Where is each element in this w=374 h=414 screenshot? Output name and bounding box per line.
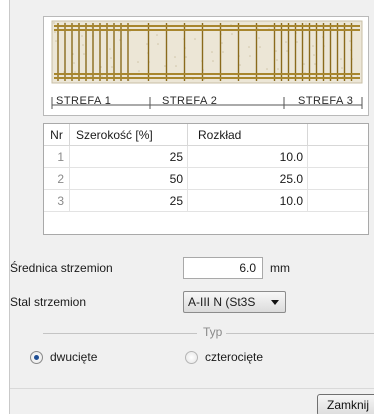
concrete-grain [164,65,166,67]
concrete-grain [174,56,176,58]
concrete-grain [313,54,315,56]
radio-label-dwuciete[interactable]: dwucięte [50,350,97,364]
concrete-grain [276,59,278,61]
radio-label-czterociete[interactable]: czterocięte [205,350,263,364]
group-divider-left [43,333,197,334]
concrete-grain [82,44,84,46]
concrete-grain [231,33,233,35]
diameter-label: Średnica strzemion [10,261,113,275]
steel-select-value: A-III N (St3S [188,295,256,309]
concrete-grain [156,34,158,36]
chevron-down-icon [271,300,279,305]
footer-divider [10,388,374,389]
concrete-grain [138,70,140,72]
concrete-grain [146,43,148,45]
beam-diagram: STREFA 1 STREFA 2 STREFA 3 [43,16,369,116]
concrete-grain [340,58,342,60]
spacing-cell[interactable]: 10.0 [188,146,308,168]
steel-select[interactable]: A-III N (St3S [183,291,286,313]
spacing-cell[interactable]: 10.0 [188,190,308,212]
close-button[interactable]: Zamknij [317,394,374,414]
concrete-grain [258,37,260,39]
column-header-width[interactable]: Szerokość [%] [70,124,188,146]
concrete-grain [212,60,214,62]
concrete-grain [248,46,250,48]
radio-czterociete[interactable] [185,351,198,364]
group-divider-right [226,333,374,334]
width-cell[interactable]: 25 [70,146,188,168]
concrete-grain [55,40,57,42]
concrete-grain [332,27,334,29]
zone-label-3: STREFA 3 [298,95,354,107]
column-header-nr[interactable]: Nr [44,124,70,146]
concrete-grain [296,41,298,43]
concrete-grain [259,46,261,48]
concrete-grain [349,40,351,42]
concrete-grain [53,22,55,24]
stirrup-zones-table[interactable]: Nr Szerokość [%] Rozkład 1 25 10.0 2 50 … [43,123,369,235]
concrete-grain [175,65,177,67]
concrete-grain [83,53,85,55]
concrete-grain [286,50,288,52]
type-group-title: Typ [200,325,226,339]
width-cell[interactable]: 50 [70,168,188,190]
row-number: 3 [44,190,70,212]
concrete-grain [285,41,287,43]
table-row[interactable]: 3 25 10.0 [44,190,368,212]
concrete-grain [239,64,241,66]
diameter-unit: mm [270,261,290,275]
concrete-grain [137,61,139,63]
concrete-grain [81,35,83,37]
radio-dwuciete[interactable] [30,351,43,364]
table-row[interactable]: 1 25 10.0 [44,146,368,168]
concrete-grain [90,75,92,77]
concrete-grain [101,75,103,77]
dialog-panel: STREFA 1 STREFA 2 STREFA 3 Nr Szerokość … [9,0,374,414]
concrete-grain [211,51,213,53]
concrete-grain [277,68,279,70]
concrete-grain [185,56,187,58]
zone-label-1: STREFA 1 [56,95,112,107]
column-header-spacing[interactable]: Rozkład [188,124,308,146]
concrete-grain [157,43,159,45]
concrete-grain [111,66,113,68]
table-header: Nr Szerokość [%] Rozkład [44,124,368,146]
steel-label: Stal strzemion [10,295,87,309]
row-number: 2 [44,168,70,190]
concrete-grain [305,23,307,25]
concrete-grain [275,50,277,52]
diameter-input[interactable]: 6.0 [183,257,263,279]
concrete-grain [194,38,196,40]
row-number: 1 [44,146,70,168]
concrete-grain [73,62,75,64]
table-row[interactable]: 2 50 25.0 [44,168,368,190]
concrete-grain [109,48,111,50]
width-cell[interactable]: 25 [70,190,188,212]
spacing-cell[interactable]: 25.0 [188,168,308,190]
concrete-grain [221,42,223,44]
concrete-grain [341,67,343,69]
zone-label-2: STREFA 2 [162,95,218,107]
concrete-grain [110,57,112,59]
concrete-grain [249,55,251,57]
concrete-grain [314,63,316,65]
concrete-grain [222,51,224,53]
concrete-grain [74,71,76,73]
concrete-grain [266,68,268,70]
concrete-grain [303,63,305,65]
concrete-grain [312,45,314,47]
concrete-grain [54,31,56,33]
